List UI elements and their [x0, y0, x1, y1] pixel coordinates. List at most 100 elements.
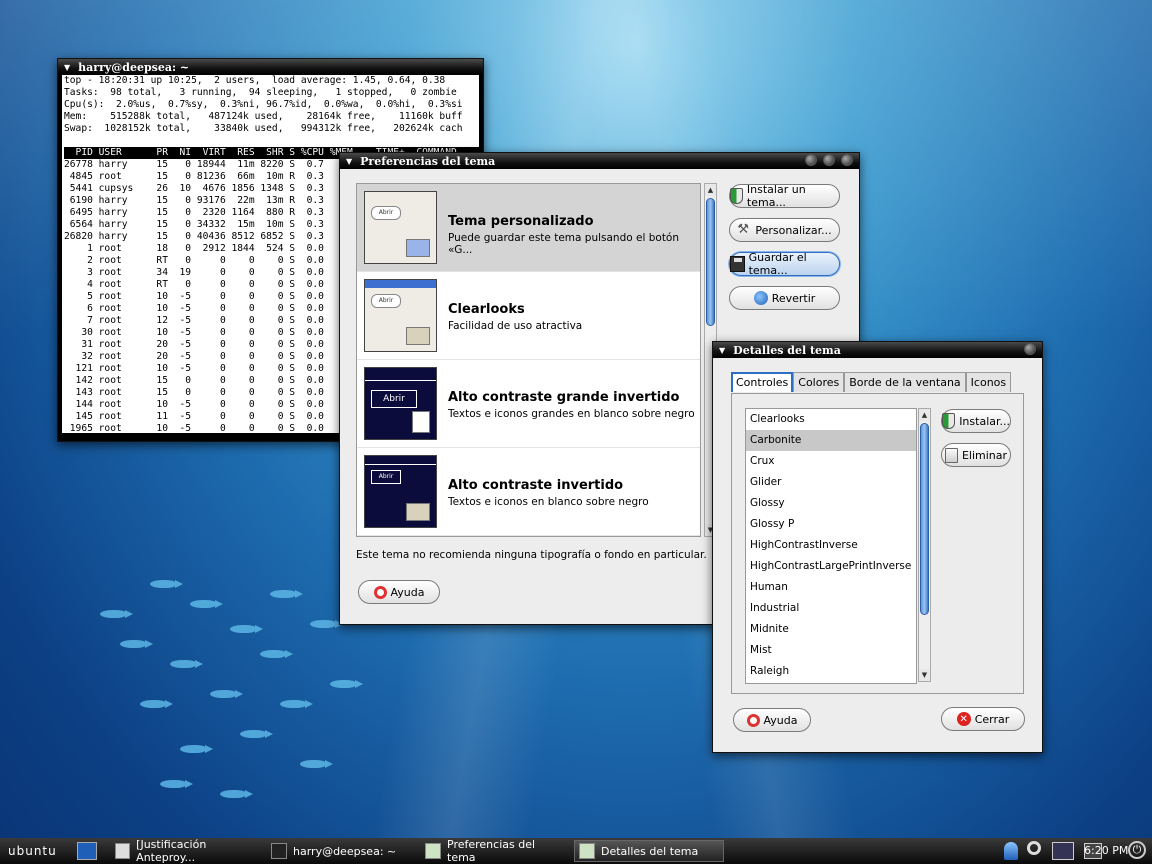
task-theme-details[interactable]: Detalles del tema: [574, 840, 724, 862]
window-menu-icon[interactable]: ▼: [64, 62, 70, 72]
task-label: Preferencias del tema: [447, 838, 536, 864]
theme-description: Textos e iconos grandes en blanco sobre …: [448, 408, 695, 420]
install-label: Instalar...: [959, 414, 1010, 428]
ubuntu-menu-button[interactable]: ubuntu: [8, 844, 57, 858]
minimize-icon[interactable]: [805, 154, 817, 166]
theme-description: Puede guardar este tema pulsando el botó…: [448, 232, 680, 256]
thumb-open-button: Abrir: [371, 206, 401, 220]
prefs-titlebar[interactable]: ▼ Preferencias del tema: [340, 153, 859, 169]
control-theme-item[interactable]: Glossy: [746, 493, 916, 514]
trash-icon: [944, 447, 958, 463]
theme-details-window[interactable]: ▼ Detalles del tema Controles Colores Bo…: [712, 341, 1043, 753]
task-terminal[interactable]: harry@deepsea: ~: [266, 840, 414, 862]
save-icon: [730, 256, 745, 272]
control-theme-item[interactable]: Carbonite: [746, 430, 916, 451]
clock[interactable]: 6:20 PM: [1084, 844, 1128, 857]
appearance-icon: [425, 843, 441, 859]
theme-thumbnail: Abrir: [364, 279, 437, 352]
terminal-line: Mem: 515288k total, 487124k used, 28164k…: [64, 111, 463, 122]
theme-note: Este tema no recomienda ninguna tipograf…: [356, 549, 707, 561]
customize-button[interactable]: ⚒ Personalizar...: [729, 218, 840, 242]
thumb-open-button: Abrir: [371, 390, 417, 408]
thumb-open-button: Abrir: [371, 470, 401, 484]
tab-controls[interactable]: Controles: [731, 372, 794, 392]
theme-thumbnail: Abrir: [364, 191, 437, 264]
theme-item-high-contrast-large-inverse[interactable]: Abrir Alto contraste grande invertido Te…: [357, 360, 700, 448]
revert-button[interactable]: Revertir: [729, 286, 840, 310]
theme-item-custom[interactable]: Abrir Tema personalizado Puede guardar e…: [357, 184, 700, 272]
control-theme-item[interactable]: Glider: [746, 472, 916, 493]
help-button[interactable]: Ayuda: [358, 580, 440, 604]
control-theme-item[interactable]: Clearlooks: [746, 409, 916, 430]
power-icon[interactable]: ⏻: [1128, 841, 1146, 859]
task-theme-preferences[interactable]: Preferencias del tema: [420, 838, 568, 864]
search-icon[interactable]: [1027, 841, 1041, 855]
install-icon: [942, 413, 956, 429]
folder-icon: [406, 239, 430, 257]
control-theme-item[interactable]: Human: [746, 577, 916, 598]
theme-description: Facilidad de uso atractiva: [448, 320, 583, 332]
details-titlebar[interactable]: ▼ Detalles del tema: [713, 342, 1042, 358]
theme-name: Tema personalizado: [448, 214, 594, 229]
window-menu-icon[interactable]: ▼: [719, 345, 725, 355]
theme-item-high-contrast-inverse[interactable]: Abrir Alto contraste invertido Textos e …: [357, 448, 700, 536]
control-theme-item[interactable]: Crux: [746, 451, 916, 472]
theme-thumbnail: Abrir: [364, 367, 437, 440]
task-label: [Justificación Anteproy...: [136, 838, 207, 864]
remove-theme-button[interactable]: Eliminar: [941, 443, 1011, 467]
scroll-up-icon[interactable]: ▲: [705, 184, 716, 196]
terminal-icon: [271, 843, 287, 859]
close-icon[interactable]: [1024, 343, 1036, 355]
tab-icons[interactable]: Iconos: [965, 372, 1012, 392]
tab-window-border[interactable]: Borde de la ventana: [844, 372, 966, 392]
control-theme-item[interactable]: HighContrastInverse: [746, 535, 916, 556]
controls-panel: Clearlooks Carbonite Crux Glider Glossy Gloss…: [731, 393, 1024, 694]
help-label: Ayuda: [390, 585, 425, 599]
theme-list[interactable]: Abrir Tema personalizado Puede guardar e…: [356, 183, 701, 537]
save-theme-button[interactable]: Guardar el tema...: [729, 251, 840, 277]
close-label: Cerrar: [974, 712, 1010, 726]
theme-item-clearlooks[interactable]: Abrir Clearlooks Facilidad de uso atract…: [357, 272, 700, 360]
terminal-title: harry@deepsea: ~: [78, 60, 190, 74]
control-theme-scrollbar[interactable]: ▲ ▼: [918, 408, 931, 682]
scroll-up-icon[interactable]: ▲: [919, 409, 930, 421]
install-control-theme-button[interactable]: Instalar...: [941, 409, 1011, 433]
tab-colors[interactable]: Colores: [793, 372, 845, 392]
save-theme-label: Guardar el tema...: [748, 251, 807, 277]
bottom-panel: ubuntu [Justificación Anteproy... harry@…: [0, 838, 1152, 864]
control-theme-item[interactable]: Raleigh: [746, 661, 916, 682]
control-theme-item[interactable]: Midnite: [746, 619, 916, 640]
task-document[interactable]: [Justificación Anteproy...: [110, 838, 262, 864]
control-theme-item[interactable]: Glossy P: [746, 514, 916, 535]
folder-icon: [406, 503, 430, 521]
theme-name: Alto contraste invertido: [448, 478, 624, 493]
control-theme-item[interactable]: HighContrastLargePrintInverse: [746, 556, 916, 577]
scrollbar-thumb[interactable]: [920, 423, 929, 615]
show-desktop-icon[interactable]: [77, 842, 97, 860]
close-icon[interactable]: [841, 154, 853, 166]
control-theme-item[interactable]: Mist: [746, 640, 916, 661]
terminal-line: Tasks: 98 total, 3 running, 94 sleeping,…: [64, 87, 457, 98]
remove-label: Eliminar: [961, 448, 1008, 462]
maximize-icon[interactable]: [823, 154, 835, 166]
close-button[interactable]: ✕ Cerrar: [941, 707, 1025, 731]
user-icon[interactable]: [1004, 842, 1018, 860]
network-icon[interactable]: [1052, 842, 1074, 860]
help-button[interactable]: Ayuda: [733, 708, 811, 732]
install-theme-label: Instalar un tema...: [746, 183, 806, 209]
help-icon: [373, 585, 387, 599]
terminal-titlebar[interactable]: ▼ harry@deepsea: ~: [58, 59, 483, 75]
document-icon: [115, 843, 131, 859]
customize-label: Personalizar...: [755, 223, 832, 237]
task-label: Detalles del tema: [601, 844, 699, 858]
scrollbar-thumb[interactable]: [706, 198, 715, 326]
theme-description: Textos e iconos en blanco sobre negro: [448, 496, 649, 508]
control-theme-list[interactable]: Clearlooks Carbonite Crux Glider Glossy Gloss…: [745, 408, 917, 684]
control-theme-item[interactable]: Industrial: [746, 598, 916, 619]
install-icon: [730, 188, 743, 204]
install-theme-button[interactable]: Instalar un tema...: [729, 183, 840, 209]
window-menu-icon[interactable]: ▼: [346, 156, 352, 166]
scroll-down-icon[interactable]: ▼: [919, 669, 930, 681]
prefs-title: Preferencias del tema: [360, 154, 496, 168]
